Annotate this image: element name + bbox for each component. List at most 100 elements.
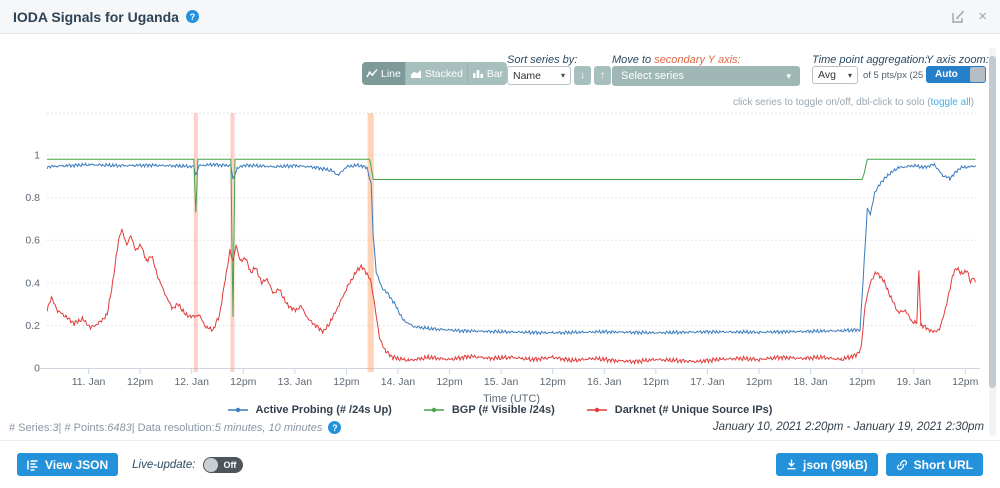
y-axis-tick-label: 0 (34, 363, 40, 375)
toggle-all-link[interactable]: toggle all (931, 97, 971, 108)
x-axis-tick-label: 17. Jan (690, 376, 725, 388)
live-update-state: Off (223, 460, 236, 470)
panel-header: IODA Signals for Uganda ? × (0, 0, 1000, 34)
chart-stats: # Series: 3 | # Points: 6483 | Data reso… (9, 421, 341, 434)
short-url-button[interactable]: Short URL (886, 453, 983, 476)
x-axis-tick-label: 13. Jan (278, 376, 313, 388)
legend-label: Darknet (# Unique Source IPs) (615, 404, 773, 416)
toggle-knob (970, 67, 985, 82)
sort-descending-button[interactable]: ↓ (574, 66, 591, 85)
series-line (47, 159, 976, 317)
list-icon (27, 459, 39, 471)
legend-item[interactable]: BGP (# Visible /24s) (424, 404, 555, 416)
chevron-down-icon: ▾ (561, 71, 565, 80)
toggle-knob (204, 458, 218, 472)
download-json-button[interactable]: json (99kB) (776, 453, 878, 476)
line-chart-icon (366, 68, 378, 79)
move-to-label: Move to (612, 54, 654, 66)
chart-type-line-button[interactable]: Line (362, 62, 406, 85)
legend-item[interactable]: Active Probing (# /24s Up) (228, 404, 392, 416)
data-resolution-label: | Data resolution: (132, 422, 215, 434)
chart-type-label: Line (381, 68, 401, 80)
legend-label: Active Probing (# /24s Up) (256, 404, 392, 416)
secondary-axis-label: secondary Y axis: (654, 54, 740, 66)
alert-band (194, 113, 198, 372)
x-axis-tick-label: 12pm (849, 376, 876, 388)
x-axis-tick-label: 12. Jan (174, 376, 209, 388)
edit-icon[interactable] (951, 9, 966, 24)
points-count-value: 6483 (107, 422, 131, 434)
sort-ascending-button[interactable]: ↑ (594, 66, 611, 85)
sort-select[interactable]: Name ▾ (507, 66, 571, 85)
scrollbar-thumb[interactable] (989, 56, 996, 388)
bar-chart-icon (472, 68, 484, 79)
page-title: IODA Signals for Uganda (13, 9, 179, 25)
aggregation-select[interactable]: Avg ▾ (812, 66, 858, 84)
chart-type-switcher: Line Stacked Bar (362, 62, 507, 85)
series-line (47, 163, 976, 334)
alert-band (368, 113, 374, 372)
legend-hint: click series to toggle on/off, dbl-click… (733, 97, 974, 108)
legend-marker-icon (228, 406, 250, 414)
x-axis-tick-label: 12pm (746, 376, 773, 388)
sort-label: Sort series by: (507, 54, 577, 66)
x-axis-tick-label: 15. Jan (484, 376, 519, 388)
close-icon[interactable]: × (978, 9, 987, 24)
y-axis-tick-label: 0.4 (25, 277, 40, 289)
y-axis-tick-label: 1 (34, 150, 40, 162)
x-axis-tick-label: 12pm (540, 376, 567, 388)
chart-type-stacked-button[interactable]: Stacked (406, 62, 468, 85)
aggregation-label: Time point aggregation: (812, 54, 927, 66)
series-line (47, 229, 976, 363)
data-resolution-value: 5 minutes, 10 minutes (215, 422, 323, 434)
date-range: January 10, 2021 2:20pm - January 19, 20… (713, 421, 984, 433)
x-axis-tick-label: 19. Jan (896, 376, 931, 388)
short-url-label: Short URL (914, 458, 973, 472)
sort-select-value: Name (513, 70, 541, 82)
chart-type-label: Stacked (425, 68, 463, 80)
x-axis-tick-label: 12pm (127, 376, 154, 388)
stats-help-icon[interactable]: ? (328, 421, 341, 434)
chart-legend: Active Probing (# /24s Up) BGP (# Visible… (0, 404, 1000, 416)
hint-text: click series to toggle on/off, dbl-click… (733, 97, 931, 108)
legend-marker-icon (424, 406, 446, 414)
title-help-icon[interactable]: ? (186, 10, 199, 23)
y-axis-zoom-toggle[interactable]: Auto (926, 66, 986, 83)
select-series-placeholder: Select series (621, 70, 684, 82)
y-axis-zoom-state: Auto (935, 69, 958, 80)
hint-text-suffix: ) (971, 97, 974, 108)
x-axis-tick-label: 12pm (436, 376, 463, 388)
legend-label: BGP (# Visible /24s) (452, 404, 555, 416)
chart-svg[interactable]: 0 0.2 0.4 0.6 0.8 1 11. Jan 12pm 12. Jan 12pm 13. … (0, 108, 1000, 408)
points-count-label: | # Points: (59, 422, 108, 434)
select-series-dropdown[interactable]: Select series ▾ (612, 66, 800, 86)
download-icon (786, 459, 797, 470)
y-axis-tick-label: 0.6 (25, 235, 40, 247)
chevron-down-icon: ▾ (786, 71, 791, 82)
y-axis-tick-label: 0.2 (25, 320, 40, 332)
aggregation-select-value: Avg (818, 69, 836, 81)
y-axis-tick-label: 0.8 (25, 192, 40, 204)
time-series-chart[interactable]: 0 0.2 0.4 0.6 0.8 1 11. Jan 12pm 12. Jan 12pm 13. … (0, 108, 1000, 408)
x-axis-tick-label: 16. Jan (587, 376, 622, 388)
x-axis-tick-label: 11. Jan (72, 376, 106, 388)
chart-type-label: Bar (487, 68, 503, 80)
x-axis-tick-label: 14. Jan (381, 376, 416, 388)
link-icon (896, 459, 908, 471)
live-update-label: Live-update: (132, 459, 195, 471)
chevron-down-icon: ▾ (848, 71, 852, 80)
action-bar: View JSON Live-update: Off json (99kB) S… (0, 440, 1000, 488)
x-axis-tick-label: 12pm (333, 376, 360, 388)
ioda-signals-panel: IODA Signals for Uganda ? × Line Stacked (0, 0, 1000, 488)
legend-item[interactable]: Darknet (# Unique Source IPs) (587, 404, 773, 416)
sort-controls: Name ▾ ↓ ↑ (507, 66, 611, 85)
stacked-chart-icon (410, 68, 422, 79)
x-axis-tick-label: 12pm (230, 376, 257, 388)
series-count-label: # Series: (9, 422, 52, 434)
live-update-toggle[interactable]: Off (203, 457, 243, 473)
view-json-button[interactable]: View JSON (17, 453, 118, 476)
chart-type-bar-button[interactable]: Bar (468, 62, 507, 85)
download-json-label: json (99kB) (803, 458, 868, 472)
legend-marker-icon (587, 406, 609, 414)
x-axis-tick-label: 18. Jan (793, 376, 828, 388)
